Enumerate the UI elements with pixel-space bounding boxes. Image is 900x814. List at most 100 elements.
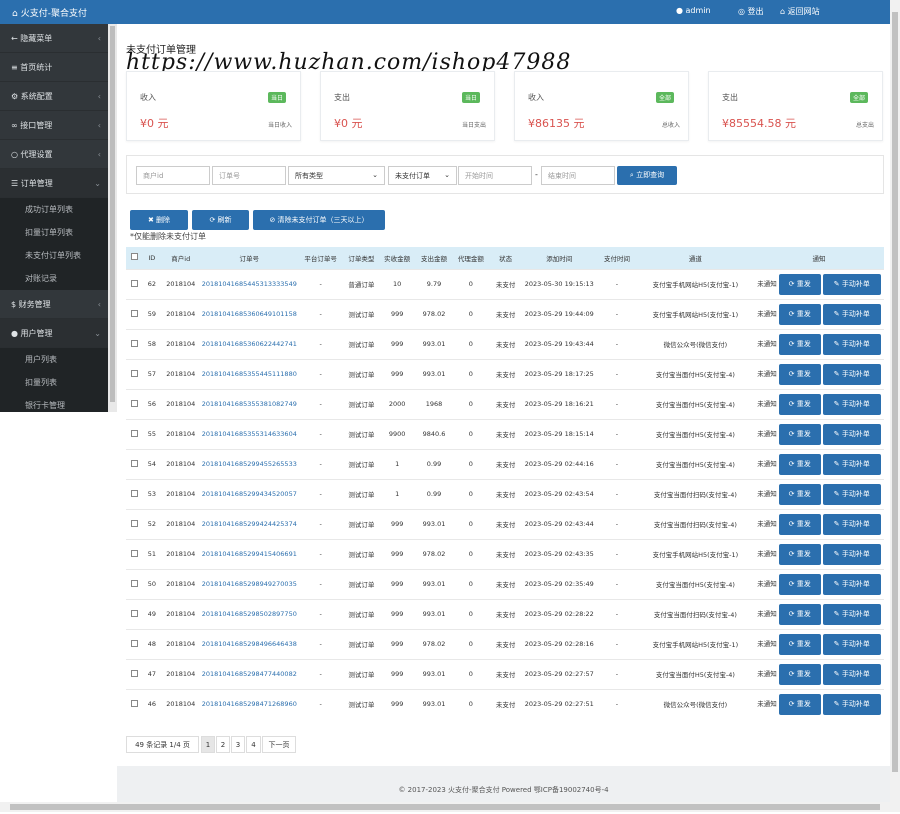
col-channel[interactable]: 通道	[637, 247, 754, 269]
sidebar-subitem-deduct-orders[interactable]: 扣量订单列表	[0, 221, 117, 244]
row-checkbox[interactable]	[131, 399, 139, 407]
page-scroll-thumb[interactable]	[892, 12, 898, 772]
resend-button[interactable]: ⟳ 重发	[778, 273, 821, 295]
horizontal-scrollbar[interactable]	[0, 802, 890, 812]
manual-fill-button[interactable]: ✎ 手动补单	[822, 513, 881, 535]
col-paid-time[interactable]: 支付时间	[597, 247, 637, 269]
col-order-type[interactable]: 订单类型	[345, 247, 379, 269]
resend-button[interactable]: ⟳ 重发	[778, 633, 821, 655]
order-no-link[interactable]: 20181041685298471268960	[202, 700, 297, 708]
sidebar-item-hide-menu[interactable]: ← 隐藏菜单 ‹	[0, 24, 117, 53]
sidebar-item-finance[interactable]: $ 财务管理 ‹	[0, 290, 117, 319]
admin-link[interactable]: ● admin	[676, 6, 711, 15]
col-notify[interactable]: 通知	[754, 247, 884, 269]
col-paid-out-amount[interactable]: 支出金额	[416, 247, 452, 269]
select-all-checkbox[interactable]	[126, 247, 144, 269]
manual-fill-button[interactable]: ✎ 手动补单	[822, 543, 881, 565]
manual-fill-button[interactable]: ✎ 手动补单	[822, 333, 881, 355]
row-checkbox[interactable]	[131, 429, 139, 437]
resend-button[interactable]: ⟳ 重发	[778, 543, 821, 565]
sidebar-subitem-unpaid-orders[interactable]: 未支付订单列表	[0, 244, 117, 267]
manual-fill-button[interactable]: ✎ 手动补单	[822, 273, 881, 295]
manual-fill-button[interactable]: ✎ 手动补单	[822, 633, 881, 655]
manual-fill-button[interactable]: ✎ 手动补单	[822, 453, 881, 475]
manual-fill-button[interactable]: ✎ 手动补单	[822, 483, 881, 505]
col-status[interactable]: 状态	[490, 247, 522, 269]
resend-button[interactable]: ⟳ 重发	[778, 423, 821, 445]
page-button-4[interactable]: 4	[246, 736, 261, 753]
clear-unpaid-button[interactable]: ⊘ 清除未支付订单（三天以上）	[253, 210, 385, 230]
row-checkbox[interactable]	[131, 309, 139, 317]
order-no-link[interactable]: 20181041685360649101158	[202, 310, 297, 318]
sidebar-subitem-reconcile[interactable]: 对账记录	[0, 267, 117, 290]
order-no-link[interactable]: 20181041685355381082749	[202, 400, 297, 408]
resend-button[interactable]: ⟳ 重发	[778, 603, 821, 625]
search-button[interactable]: ⌕ 立即查询	[617, 166, 677, 185]
order-no-link[interactable]: 20181041685299424425374	[202, 520, 297, 528]
resend-button[interactable]: ⟳ 重发	[778, 513, 821, 535]
row-checkbox[interactable]	[131, 459, 139, 467]
manual-fill-button[interactable]: ✎ 手动补单	[822, 423, 881, 445]
sidebar-scroll-thumb[interactable]	[110, 26, 115, 402]
sidebar-subitem-success-orders[interactable]: 成功订单列表	[0, 198, 117, 221]
resend-button[interactable]: ⟳ 重发	[778, 303, 821, 325]
type-select[interactable]: 所有类型 ⌄	[288, 166, 385, 185]
col-id[interactable]: ID	[144, 247, 160, 269]
row-checkbox[interactable]	[131, 339, 139, 347]
brand[interactable]: ⌂ 火支付-聚合支付	[12, 6, 87, 19]
order-no-link[interactable]: 20181041685298496646438	[202, 640, 297, 648]
page-button-1[interactable]: 1	[201, 736, 215, 753]
order-no-link[interactable]: 20181041685299415406691	[202, 550, 297, 558]
sidebar-item-api[interactable]: ∞ 接口管理 ‹	[0, 111, 117, 140]
col-platform-order-no[interactable]: 平台订单号	[297, 247, 345, 269]
start-time-input[interactable]: 开始时间	[458, 166, 532, 185]
order-no-link[interactable]: 20181041685298949270035	[202, 580, 297, 588]
col-added-time[interactable]: 添加时间	[521, 247, 597, 269]
manual-fill-button[interactable]: ✎ 手动补单	[822, 363, 881, 385]
sidebar-subitem-deduct-list[interactable]: 扣量列表	[0, 371, 117, 394]
manual-fill-button[interactable]: ✎ 手动补单	[822, 303, 881, 325]
manual-fill-button[interactable]: ✎ 手动补单	[822, 663, 881, 685]
sidebar-item-agent[interactable]: ○ 代理设置 ‹	[0, 140, 117, 169]
row-checkbox[interactable]	[131, 699, 139, 707]
resend-button[interactable]: ⟳ 重发	[778, 573, 821, 595]
page-button-3[interactable]: 3	[231, 736, 245, 753]
resend-button[interactable]: ⟳ 重发	[778, 483, 821, 505]
sidebar-item-users[interactable]: ● 用户管理 ⌄	[0, 319, 117, 348]
resend-button[interactable]: ⟳ 重发	[778, 453, 821, 475]
row-checkbox[interactable]	[131, 579, 139, 587]
resend-button[interactable]: ⟳ 重发	[778, 663, 821, 685]
logout-link[interactable]: ◎ 登出	[738, 6, 764, 17]
checkbox[interactable]	[131, 253, 139, 261]
manual-fill-button[interactable]: ✎ 手动补单	[822, 393, 881, 415]
sidebar-subitem-bank-cards[interactable]: 银行卡管理	[0, 394, 117, 412]
row-checkbox[interactable]	[131, 489, 139, 497]
merchant-id-input[interactable]: 商户id	[136, 166, 210, 185]
end-time-input[interactable]: 结束时间	[541, 166, 615, 185]
row-checkbox[interactable]	[131, 279, 139, 287]
order-no-link[interactable]: 20181041685299434520057	[202, 490, 297, 498]
col-merchant-id[interactable]: 商户id	[160, 247, 202, 269]
row-checkbox[interactable]	[131, 369, 139, 377]
sidebar-subitem-user-list[interactable]: 用户列表	[0, 348, 117, 371]
order-no-link[interactable]: 20181041685355445111880	[202, 370, 297, 378]
col-order-no[interactable]: 订单号	[202, 247, 297, 269]
order-no-link[interactable]: 20181041685355314633604	[202, 430, 297, 438]
page-scrollbar[interactable]	[890, 0, 900, 812]
refresh-button[interactable]: ⟳ 刷新	[192, 210, 249, 230]
manual-fill-button[interactable]: ✎ 手动补单	[822, 573, 881, 595]
sidebar-item-dashboard[interactable]: ≡ 首页统计	[0, 53, 117, 82]
sidebar-item-orders[interactable]: ☰ 订单管理 ⌄	[0, 169, 117, 198]
row-checkbox[interactable]	[131, 639, 139, 647]
horizontal-scroll-thumb[interactable]	[10, 804, 880, 810]
row-checkbox[interactable]	[131, 519, 139, 527]
page-button-2[interactable]: 2	[216, 736, 230, 753]
order-no-input[interactable]: 订单号	[212, 166, 286, 185]
resend-button[interactable]: ⟳ 重发	[778, 333, 821, 355]
resend-button[interactable]: ⟳ 重发	[778, 393, 821, 415]
resend-button[interactable]: ⟳ 重发	[778, 693, 821, 715]
order-no-link[interactable]: 20181041685445313333549	[202, 280, 297, 288]
manual-fill-button[interactable]: ✎ 手动补单	[822, 603, 881, 625]
order-no-link[interactable]: 20181041685360622442741	[202, 340, 297, 348]
resend-button[interactable]: ⟳ 重发	[778, 363, 821, 385]
